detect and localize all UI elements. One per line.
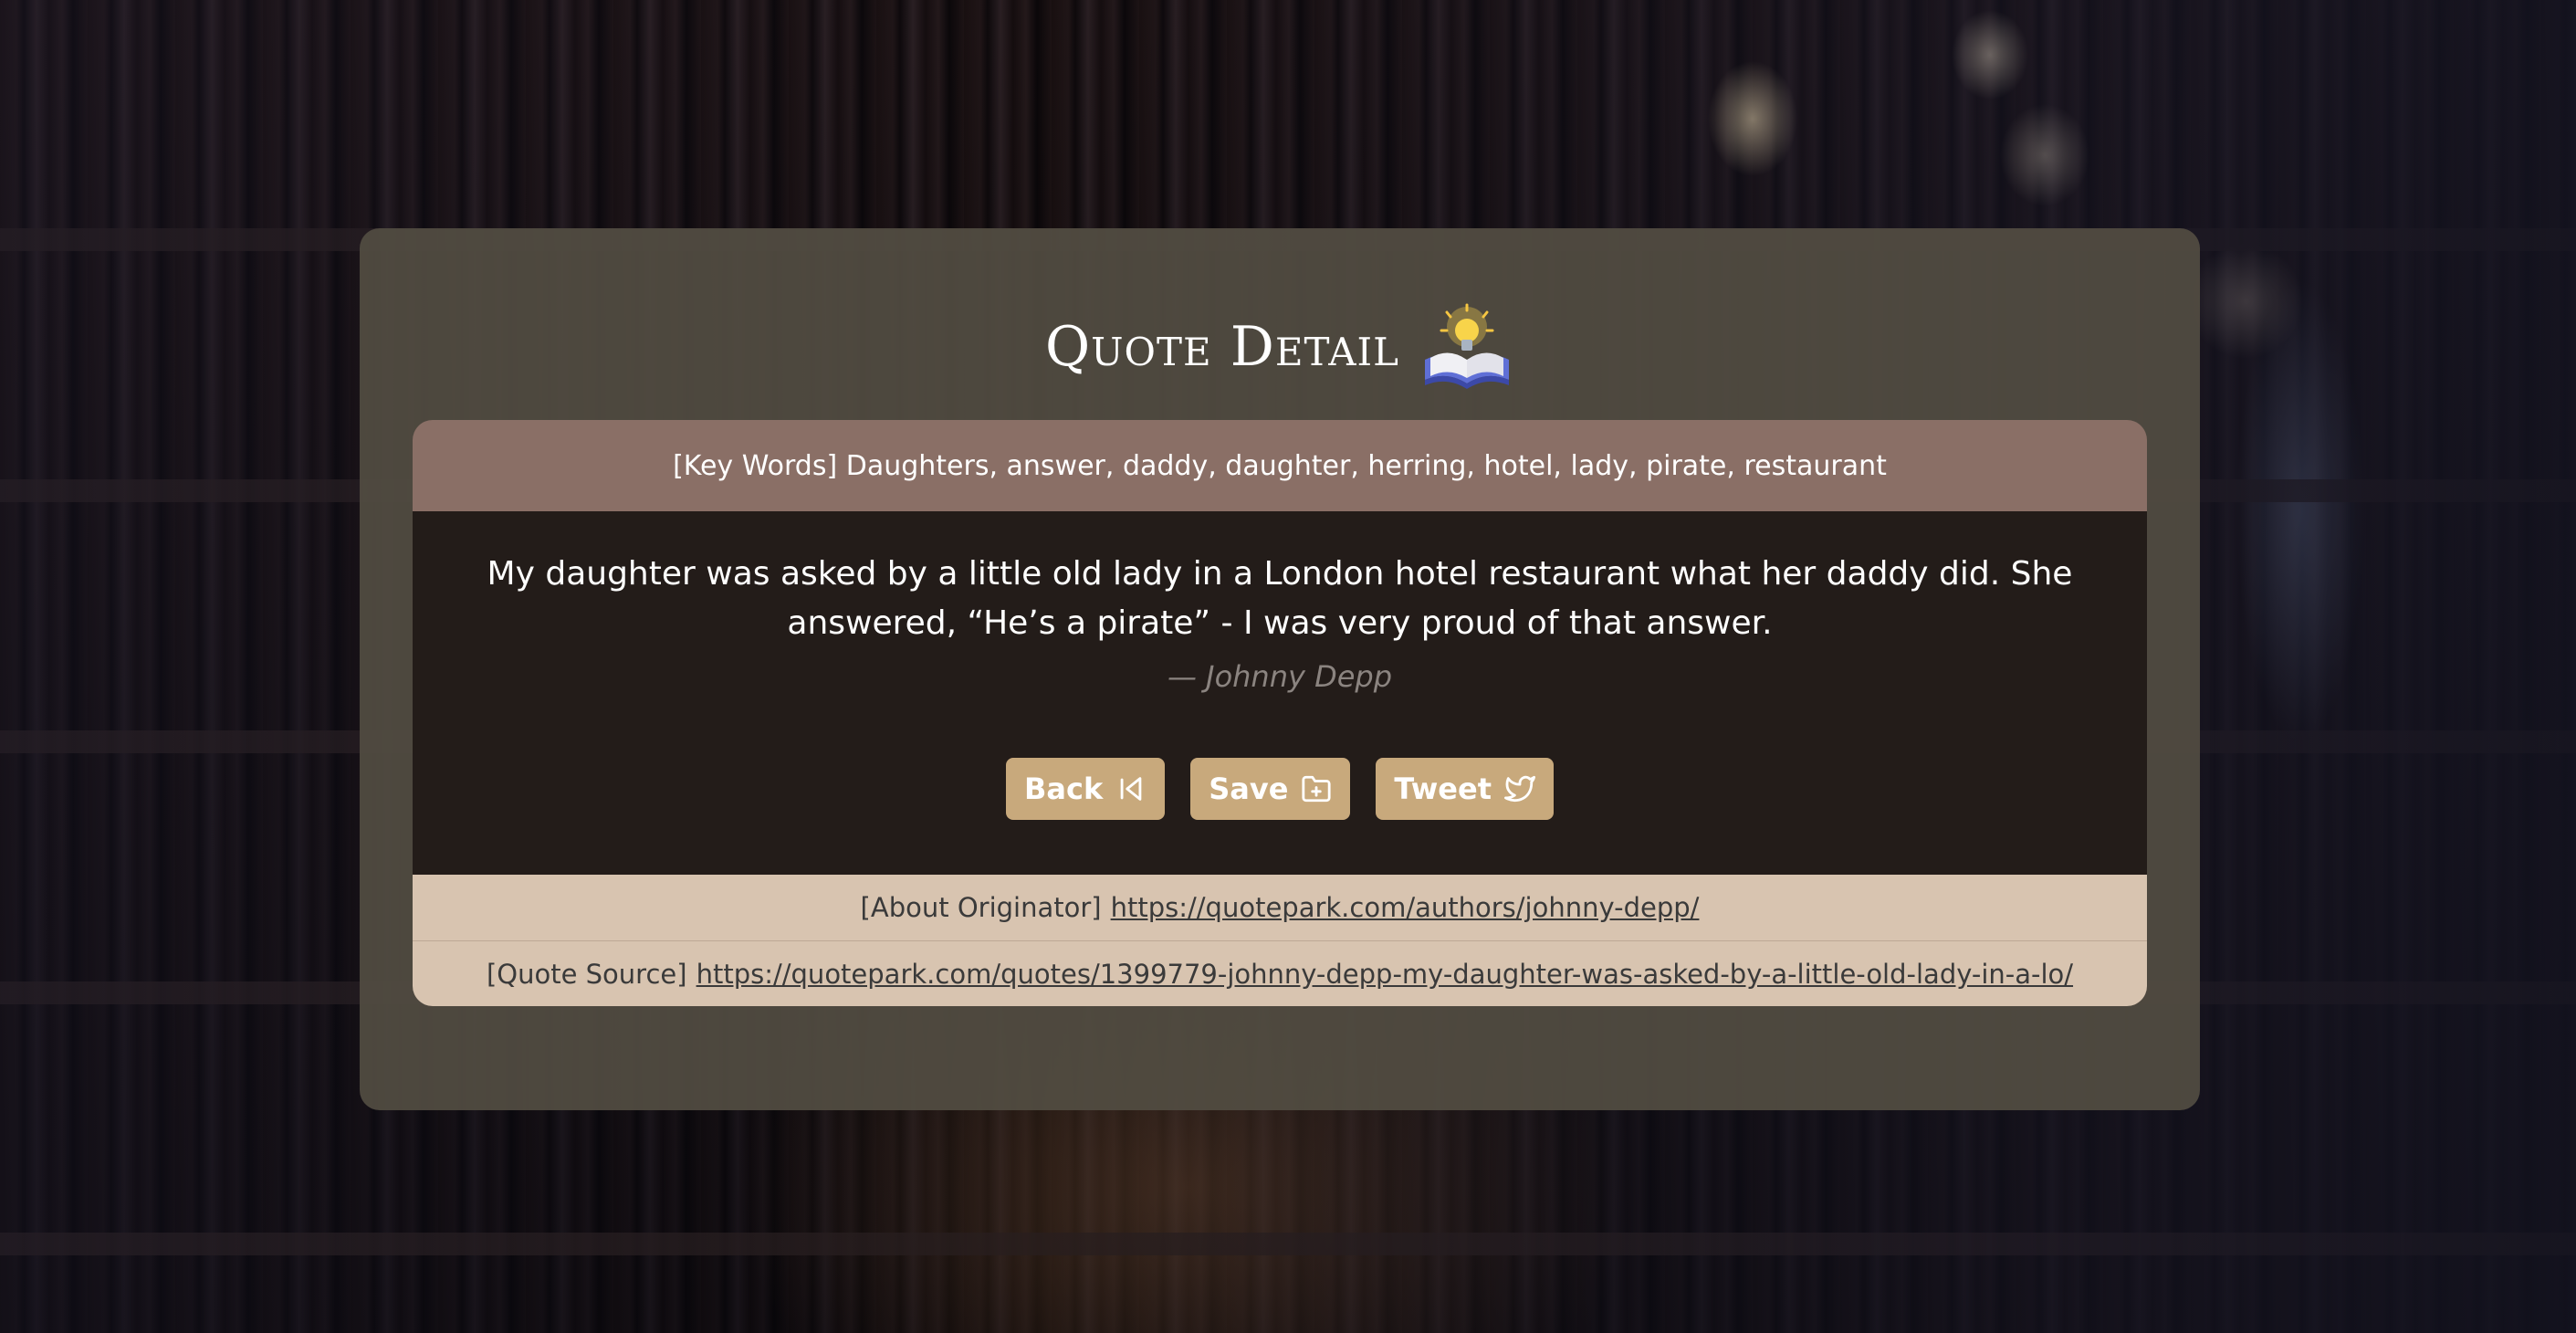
save-button[interactable]: Save <box>1190 758 1351 820</box>
action-buttons: Back Save Tweet <box>413 758 2147 820</box>
save-button-label: Save <box>1209 771 1289 806</box>
keywords-label: [Key Words] <box>673 449 838 482</box>
originator-link[interactable]: https://quotepark.com/authors/johnny-dep… <box>1111 892 1700 923</box>
originator-label: [About Originator] <box>860 892 1102 923</box>
keywords-bar: [Key Words] Daughters, answer, daddy, da… <box>413 420 2147 511</box>
page-title: Quote Detail <box>1044 315 1400 379</box>
quote-detail-card: Quote Detail [Key Words] Daughters, answ… <box>360 228 2200 1110</box>
tweet-button-label: Tweet <box>1394 771 1492 806</box>
back-button-label: Back <box>1023 771 1104 806</box>
source-link[interactable]: https://quotepark.com/quotes/1399779-joh… <box>696 959 2073 990</box>
quote-text: My daughter was asked by a little old la… <box>487 555 2073 642</box>
skip-back-icon <box>1120 777 1142 801</box>
tweet-button[interactable]: Tweet <box>1376 758 1554 820</box>
back-button[interactable]: Back <box>1005 758 1166 820</box>
quote-author: — Johnny Depp <box>1167 659 1393 694</box>
quote-body: My daughter was asked by a little old la… <box>413 511 2147 875</box>
source-label: [Quote Source] <box>486 958 687 990</box>
originator-row: [About Originator] https://quotepark.com… <box>413 875 2147 940</box>
book-lightbulb-icon <box>1419 303 1514 391</box>
keywords-text: Daughters, answer, daddy, daughter, herr… <box>845 449 1887 482</box>
quote-box: [Key Words] Daughters, answer, daddy, da… <box>413 420 2147 1006</box>
twitter-bird-icon <box>1504 775 1535 803</box>
title-row: Quote Detail <box>360 301 2200 393</box>
source-row: [Quote Source] https://quotepark.com/quo… <box>413 940 2147 1006</box>
folder-plus-icon <box>1302 775 1332 803</box>
